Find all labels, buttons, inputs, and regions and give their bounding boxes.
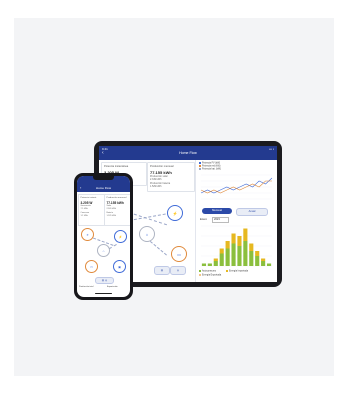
bar — [201, 263, 207, 266]
period-label: Enero — [200, 218, 207, 221]
stat-sub: Solar — [106, 205, 112, 207]
stat-card-production[interactable]: Producción mensual 77.155 kWh Solar 2.34… — [104, 194, 130, 226]
bar — [243, 228, 248, 241]
phone-device: ‹ Home Flow Potencia instant. 3.205 W Ge… — [74, 173, 133, 300]
bar — [231, 243, 236, 266]
stat-card-power[interactable]: Potencia instant. 3.205 W Generación 7.5… — [78, 194, 105, 226]
stat-sub: 1.529 kWh — [150, 185, 162, 188]
bar — [243, 241, 248, 266]
power-line-chart — [200, 174, 273, 200]
bar — [261, 261, 266, 266]
legend-item: Energía Importada — [226, 270, 248, 273]
stat-sub: Generación — [80, 205, 91, 207]
legend-item: Autoconsumo — [199, 270, 216, 273]
stat-label: Producción mensual — [150, 165, 174, 168]
house-icon: ⌂ — [102, 248, 105, 253]
legend-item: Potencia bat. (kW) — [199, 168, 221, 171]
grid-node[interactable]: ⚡ — [114, 230, 127, 243]
stat-value: 77.155 kWh — [106, 200, 124, 205]
tab-yearly[interactable]: Anual — [236, 208, 268, 216]
bar — [249, 243, 254, 251]
tab-monthly[interactable]: Mensual — [202, 208, 232, 214]
stat-sub: 1.2 kWh — [80, 215, 88, 217]
bar — [249, 251, 254, 266]
product-showcase-background: 9:41 ••• ▪ ‹ Home Flow Potencia instantá… — [14, 18, 334, 376]
bar — [237, 246, 242, 266]
bar — [207, 263, 212, 266]
bar — [213, 261, 218, 266]
house-node[interactable]: ⌂ — [139, 226, 155, 242]
stat-card-production[interactable]: Producción mensual 77.155 kWh Producción… — [147, 162, 195, 192]
flow-toggle-button[interactable]: ▤ ◎ — [95, 277, 114, 284]
bar — [266, 263, 272, 266]
grid-node[interactable]: ⚡ — [167, 205, 183, 221]
phone-notch — [93, 176, 114, 180]
battery-node[interactable]: ▭ — [171, 246, 187, 262]
tower-icon: ⚡ — [172, 210, 178, 216]
bar — [219, 248, 224, 254]
legend-swatch — [199, 162, 201, 164]
phone-header-bar: ‹ Home Flow — [77, 176, 130, 192]
tower-icon: ⚡ — [118, 234, 123, 239]
legend-swatch — [199, 168, 201, 170]
bar — [237, 236, 242, 246]
stat-sub: 1.529 kWh — [106, 215, 117, 217]
stat-sub: 7.5 kWh — [80, 208, 88, 210]
stat-sub: 2.349 kWh — [106, 208, 117, 210]
bar — [225, 248, 230, 266]
stat-label: Potencia instantánea — [104, 165, 129, 168]
bars-icon: ▤ — [160, 269, 164, 272]
stat-sub: Batería — [106, 212, 113, 214]
charts-pane: Potencia FV (kW) Potencia red (kW) Poten… — [196, 160, 277, 282]
bar — [231, 233, 236, 244]
house-node[interactable]: ⌂ — [97, 244, 110, 257]
stat-sub: Consumo — [80, 212, 90, 214]
page-title: Home Flow — [179, 151, 197, 155]
legend-swatch — [199, 165, 201, 167]
bar — [225, 241, 230, 249]
bar — [255, 251, 260, 256]
tablet-header-bar: 9:41 ••• ▪ ‹ Home Flow — [99, 146, 277, 160]
bars-icon: ▤ ◎ — [101, 279, 108, 282]
legend-item: Energía Exportada — [199, 274, 221, 277]
bottom-label: Producción total — [79, 286, 94, 288]
battery-node[interactable]: ▭ — [85, 260, 98, 273]
car-icon: ▣ — [118, 264, 121, 269]
bar — [213, 258, 218, 261]
phone-screen: ‹ Home Flow Potencia instant. 3.205 W Ge… — [77, 176, 130, 297]
bar — [261, 258, 266, 261]
solar-node[interactable]: ☀ — [81, 228, 94, 241]
sun-icon: ☀ — [86, 232, 89, 237]
ev-node[interactable]: ▣ — [113, 260, 126, 273]
battery-icon: ▭ — [177, 251, 181, 257]
battery-icon: ▭ — [90, 264, 93, 269]
energy-bar-chart — [201, 225, 272, 267]
legend-swatch — [199, 270, 201, 272]
bottom-label: Exportación — [107, 286, 118, 288]
legend-label: Energía Importada — [229, 270, 249, 273]
legend-label: Energía Exportada — [202, 274, 222, 277]
node-icon: ◎ — [176, 269, 180, 272]
flow-toggle-button[interactable]: ▤ — [154, 266, 170, 275]
bar — [219, 253, 224, 266]
stat-label: Producción mensual — [106, 196, 127, 199]
bar — [255, 256, 260, 266]
legend-label: Potencia bat. (kW) — [202, 168, 221, 171]
stat-sub: 2.349 kWh — [150, 178, 162, 181]
stat-label: Potencia instant. — [80, 196, 97, 199]
legend-swatch — [226, 270, 228, 272]
legend-label: Autoconsumo — [202, 270, 217, 273]
legend-swatch — [199, 274, 201, 276]
page-title: Home Flow — [95, 186, 112, 190]
house-icon: ⌂ — [145, 231, 149, 237]
stat-value: 3.205 W — [80, 200, 93, 205]
period-select[interactable]: 2023 — [212, 217, 229, 223]
home-indicator — [95, 292, 112, 294]
flow-toggle-button[interactable]: ◎ — [170, 266, 186, 275]
